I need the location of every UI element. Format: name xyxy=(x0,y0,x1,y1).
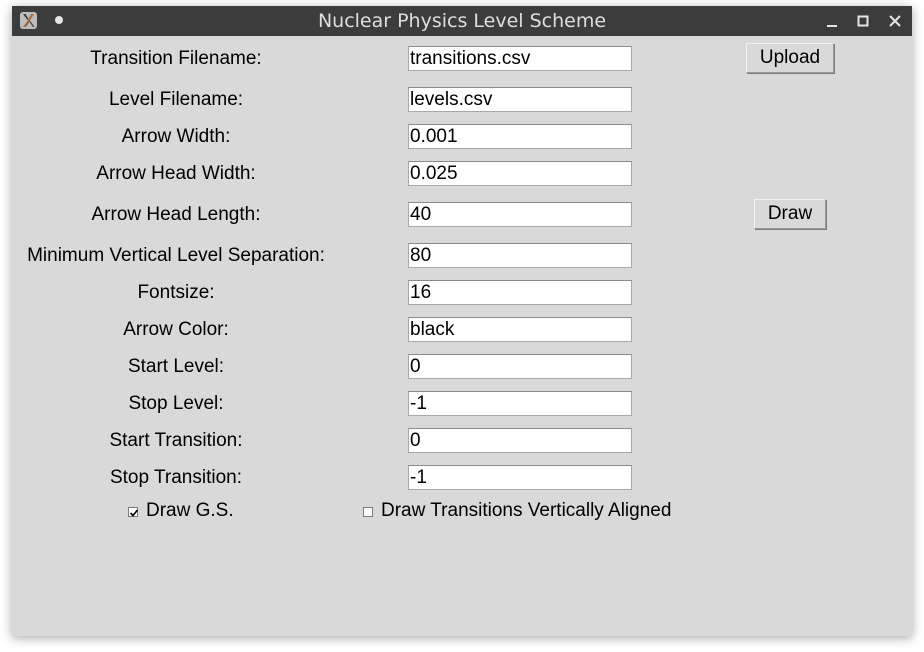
vertical-aligned-label: Draw Transitions Vertically Aligned xyxy=(381,500,672,521)
start-transition-label: Start Transition: xyxy=(109,430,243,451)
stop-transition-label: Stop Transition: xyxy=(109,467,243,488)
row-stop-level: Stop Level: xyxy=(12,391,912,417)
arrow-width-field[interactable] xyxy=(408,124,632,149)
draw-gs-checkbox[interactable] xyxy=(128,507,139,517)
row-level-filename: Level Filename: xyxy=(12,87,912,113)
row-start-transition: Start Transition: xyxy=(12,428,912,454)
title-bar[interactable]: Nuclear Physics Level Scheme xyxy=(12,6,912,36)
window-title: Nuclear Physics Level Scheme xyxy=(317,10,607,32)
start-transition-field[interactable] xyxy=(408,428,632,453)
arrow-head-length-field[interactable] xyxy=(408,202,632,227)
app-window: Nuclear Physics Level Scheme Transition … xyxy=(12,6,912,636)
vertical-aligned-option[interactable]: Draw Transitions Vertically Aligned xyxy=(361,498,701,524)
min-vertical-separation-label: Minimum Vertical Level Separation: xyxy=(27,245,325,266)
arrow-color-field[interactable] xyxy=(408,317,632,342)
min-vertical-separation-field[interactable] xyxy=(408,243,632,268)
draw-button[interactable]: Draw xyxy=(754,199,826,229)
checkmark-icon xyxy=(129,509,139,517)
arrow-head-width-label: Arrow Head Width: xyxy=(96,163,256,184)
arrow-width-label: Arrow Width: xyxy=(121,126,231,147)
minimize-icon xyxy=(827,25,837,27)
fontsize-label: Fontsize: xyxy=(137,282,215,303)
arrow-head-width-field[interactable] xyxy=(408,161,632,186)
maximize-icon xyxy=(857,15,869,27)
upload-button[interactable]: Upload xyxy=(746,43,834,73)
arrow-color-label: Arrow Color: xyxy=(123,319,229,340)
row-fontsize: Fontsize: xyxy=(12,280,912,306)
stop-level-label: Stop Level: xyxy=(128,393,224,414)
minimize-button[interactable] xyxy=(822,11,842,31)
level-filename-label: Level Filename: xyxy=(108,89,244,110)
maximize-button[interactable] xyxy=(853,11,873,31)
draw-gs-label: Draw G.S. xyxy=(146,500,234,521)
row-start-level: Start Level: xyxy=(12,354,912,380)
close-button[interactable] xyxy=(885,11,905,31)
start-level-field[interactable] xyxy=(408,354,632,379)
close-icon xyxy=(889,15,901,27)
stop-transition-field[interactable] xyxy=(408,465,632,490)
form-area: Transition Filename: Level Filename: Arr… xyxy=(12,36,912,636)
row-arrow-width: Arrow Width: xyxy=(12,124,912,150)
row-stop-transition: Stop Transition: xyxy=(12,465,912,491)
row-min-vertical-separation: Minimum Vertical Level Separation: xyxy=(12,243,912,269)
start-level-label: Start Level: xyxy=(127,356,225,377)
fontsize-field[interactable] xyxy=(408,280,632,305)
stop-level-field[interactable] xyxy=(408,391,632,416)
transition-filename-label: Transition Filename: xyxy=(90,48,262,69)
level-filename-field[interactable] xyxy=(408,87,632,112)
draw-gs-option[interactable]: Draw G.S. xyxy=(126,498,286,524)
row-arrow-head-width: Arrow Head Width: xyxy=(12,161,912,187)
row-arrow-color: Arrow Color: xyxy=(12,317,912,343)
vertical-aligned-checkbox[interactable] xyxy=(363,507,373,517)
transition-filename-field[interactable] xyxy=(408,46,632,71)
arrow-head-length-label: Arrow Head Length: xyxy=(91,204,261,225)
